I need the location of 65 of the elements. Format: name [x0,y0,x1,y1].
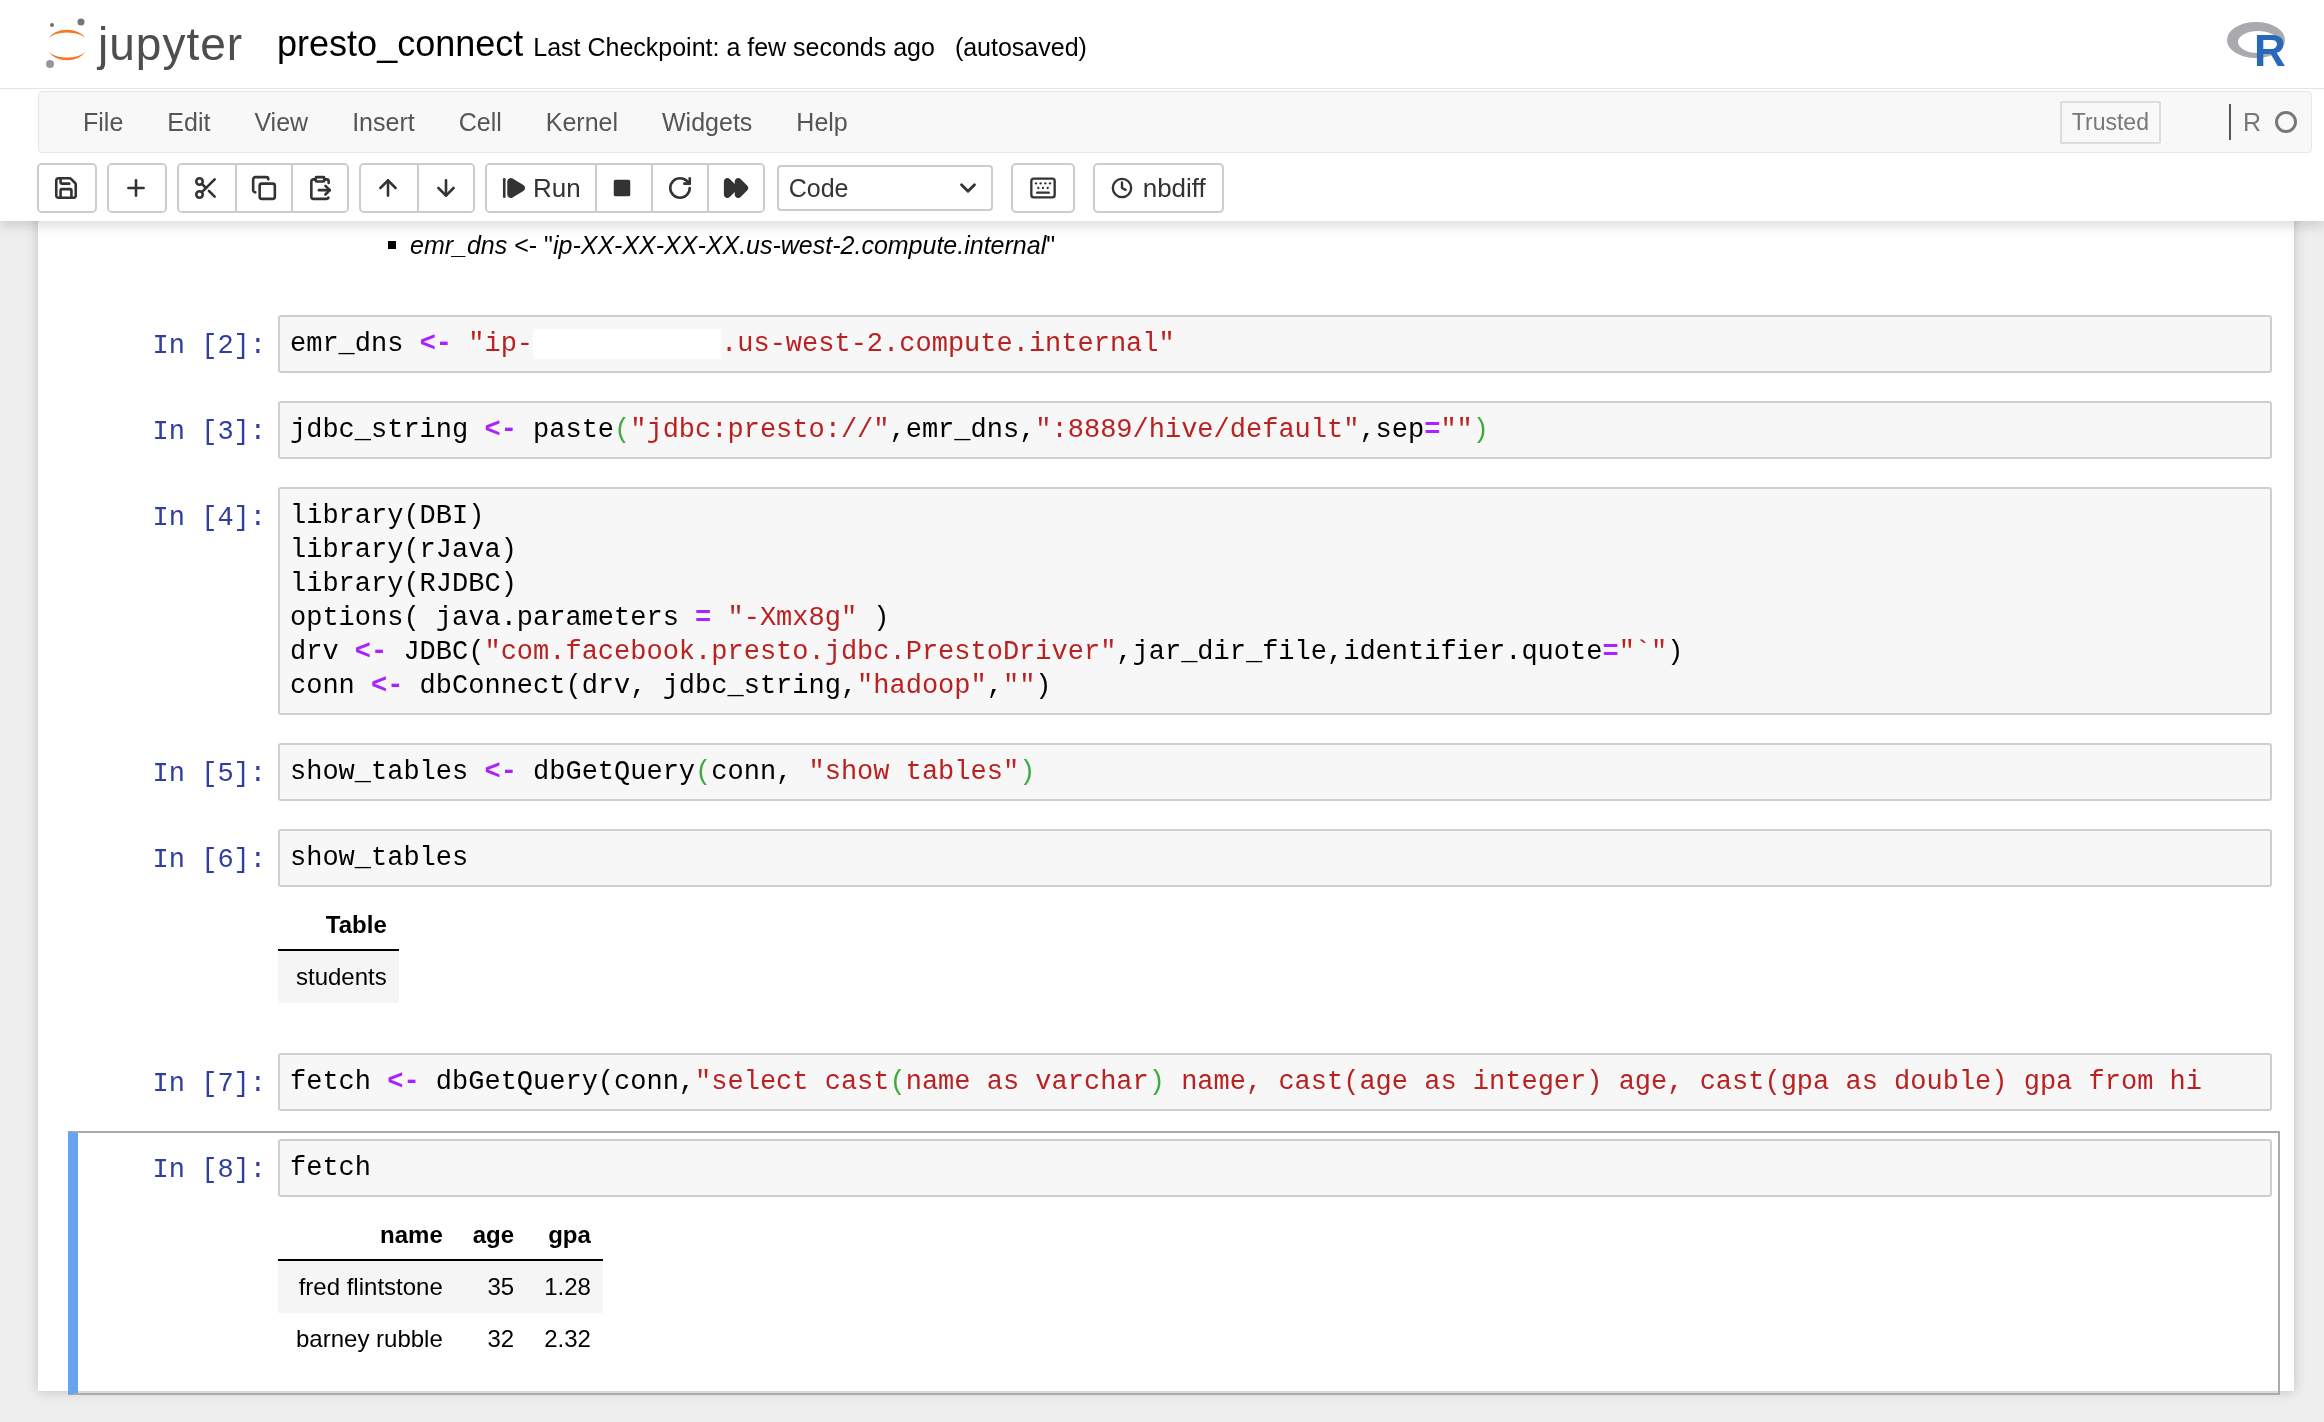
code-input[interactable]: show_tables [278,829,2272,887]
fast-forward-icon [722,175,749,201]
input-prompt: In [3]: [151,416,267,449]
menu-item[interactable]: File [61,107,146,137]
trusted-indicator[interactable]: Trusted [2059,100,2161,144]
run-all-button[interactable] [706,165,763,211]
code-input[interactable]: jdbc_string <- paste("jdbc:presto://",emr_dns,":8889/hive/default",sep="") [278,401,2272,459]
notebook-cell[interactable]: In [8]: fetch name age gpa fred flintstone 35 1.28 barney rubble 32 2.32 [68,1131,2280,1395]
scissors-icon [193,175,219,201]
code-input[interactable]: fetch <- dbGetQuery(conn,"select cast(name as varchar) name, cast(age as integer) age, cast(gpa as double) gpa from hi [278,1053,2272,1111]
code-line: library(rJava) [290,534,518,567]
menu-item[interactable]: Cell [436,107,524,137]
code-line: options( java.parameters = "-Xmx8g" ) [290,602,891,635]
run-icon [501,175,527,201]
code-line: jdbc_string <- paste("jdbc:presto://",emr_dns,":8889/hive/default",sep="") [290,414,1491,447]
notebook-cell[interactable]: In [7]: fetch <- dbGetQuery(conn,"select cast(name as varchar) name, cast(age as integer) age, cast(gpa as double) gpa from hi [68,1045,2280,1119]
autosave-status: (autosaved) [954,32,1087,62]
code-line: drv <- JDBC("com.facebook.presto.jdbc.PrestoDriver",jar_dir_file,identifier.quote="`") [290,636,1685,669]
menu-item[interactable]: Kernel [523,107,640,137]
menu-item[interactable]: Widgets [640,107,775,137]
paste-button[interactable] [291,165,347,211]
cell-type-dropdown[interactable]: Code [776,165,993,211]
restart-icon [666,175,693,201]
code-line: show_tables <- dbGetQuery(conn, "show tables") [290,756,1037,789]
code-line: conn <- dbConnect(drv, jdbc_string,"hadoop","") [290,670,1053,703]
menu-item[interactable]: Insert [330,107,437,137]
input-prompt: In [7]: [151,1068,267,1101]
notebook-name[interactable]: presto_connect [277,23,524,65]
input-prompt: In [6]: [151,844,267,877]
table-cell: fred flintstone [278,1260,455,1313]
save-icon [53,175,79,201]
clock-icon [1110,177,1133,199]
code-line: library(RJDBC) [290,568,518,601]
code-line: fetch [290,1152,372,1185]
copy-icon [251,175,277,201]
nbdiff-button[interactable]: nbdiff [1092,163,1224,213]
notebook-cell[interactable]: In [2]: emr_dns <- "ip- .us-west-2.compute.internal" [68,307,2280,381]
notebook-cell[interactable]: In [3]: jdbc_string <- paste("jdbc:presto://",emr_dns,":8889/hive/default",sep="") [68,393,2280,467]
input-prompt: In [4]: [151,502,267,535]
input-prompt: In [2]: [151,330,267,363]
code-line: show_tables [290,842,470,875]
input-prompt: In [5]: [151,758,267,791]
menu-item[interactable]: Help [774,107,870,137]
code-line: library(DBI) [290,500,486,533]
code-input[interactable] [278,487,2272,715]
notebook-cell[interactable]: In [5]: show_tables <- dbGetQuery(conn, "show tables") [68,735,2280,809]
input-prompt: In [8]: [151,1154,267,1187]
checkpoint-status: Last Checkpoint: a few seconds ago [533,32,935,62]
kernel-name: R [2242,107,2261,137]
table-cell: 35 [454,1260,527,1313]
paste-icon [307,175,333,201]
menu-item[interactable]: View [232,107,331,137]
table-cell: students [278,950,399,1003]
bullet-icon [388,241,396,249]
code-line: fetch <- dbGetQuery(conn,"select cast(name as varchar) name, cast(age as integer) age, cast(gpa as double) gpa from hi [290,1066,2203,1099]
table-cell: 1.28 [526,1260,603,1313]
markdown-text: emr_dns <- "ip-XX-XX-XX-XX.us-west-2.compute.internal" [410,230,1056,261]
code-input[interactable]: show_tables <- dbGetQuery(conn, "show tables") [278,743,2272,801]
code-input[interactable]: fetch [278,1139,2272,1197]
keyboard-shortcuts-button[interactable] [1010,163,1075,213]
notebook-cell[interactable]: In [6]: show_tables Table students [68,821,2280,1033]
move-down-button[interactable] [417,165,473,211]
code-line: emr_dns <- "ip- .us-west-2.compute.internal" [290,327,1176,361]
menu-item[interactable]: Edit [145,107,233,137]
code-input[interactable]: emr_dns <- "ip- .us-west-2.compute.internal" [278,315,2272,373]
